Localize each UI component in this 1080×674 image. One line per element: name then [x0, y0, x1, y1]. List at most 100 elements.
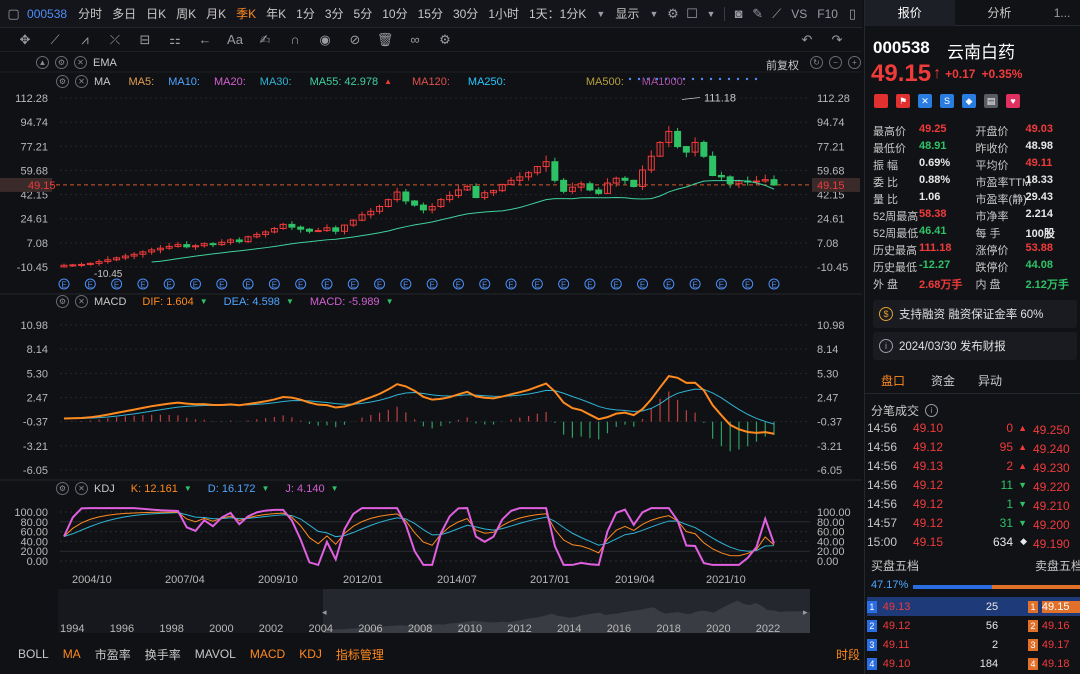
chevron-down-icon[interactable]: ▼ — [647, 5, 660, 23]
tab-funds[interactable]: 资金 — [921, 372, 965, 389]
line-tool-icon[interactable]: ⟋ — [44, 32, 66, 48]
display-select[interactable]: 显示 — [610, 5, 644, 22]
indicator-tab[interactable]: 换手率 — [145, 646, 181, 663]
orderbook-row[interactable]: 2 49.12 56 2 49.16 — [867, 616, 1080, 635]
timeframe-tab[interactable]: 10分 — [377, 5, 412, 22]
cross-icon[interactable]: ✕ — [918, 94, 932, 108]
redo-icon[interactable]: ↷ — [826, 32, 848, 48]
indicator-tab[interactable]: MA — [63, 647, 81, 661]
ruler-icon[interactable]: ⟋ — [770, 5, 783, 23]
close-icon[interactable]: ✕ — [75, 75, 88, 88]
close-icon[interactable]: ✕ — [74, 56, 87, 69]
stock-app: ▢ 000538 分时 多日 日K 周K 月K 季K 年K 1分 3分 5分 10分 15分 30分 1小… — [0, 0, 1080, 674]
refresh-icon[interactable]: ↻ — [810, 56, 823, 69]
timeframe-tab[interactable]: 30分 — [448, 5, 483, 22]
indicator-tab[interactable]: MACD — [250, 647, 285, 661]
settings-icon[interactable]: ⚙ — [434, 32, 456, 48]
period-select[interactable]: 1天：1分K — [524, 5, 591, 22]
tab-analysis[interactable]: 分析 — [955, 0, 1045, 26]
tag-icon[interactable]: ◆ — [962, 94, 976, 108]
orderbook-row[interactable]: 4 49.10 184 4 49.18 — [867, 654, 1080, 673]
timeframe-tab[interactable]: 日K — [141, 5, 171, 22]
ma-name[interactable]: MA — [94, 76, 111, 88]
timeframe-tab[interactable]: 年K — [261, 5, 291, 22]
timeframe-tab[interactable]: 1分 — [291, 5, 320, 22]
session-button[interactable]: 时段 — [836, 646, 860, 663]
panel-icon[interactable]: ▯ — [846, 5, 859, 23]
pen-icon[interactable]: ✎ — [751, 5, 764, 23]
vs-button[interactable]: VS — [786, 7, 812, 21]
timeframe-tab[interactable]: 月K — [201, 5, 231, 22]
magnet-icon[interactable]: ∩ — [284, 32, 306, 47]
gear-icon[interactable]: ⚙ — [666, 5, 679, 23]
timeframe-tab[interactable]: 15分 — [413, 5, 448, 22]
settings-icon[interactable]: ⚙ — [56, 295, 69, 308]
arrow-tool-icon[interactable]: ← — [194, 32, 216, 47]
fib-tool-icon[interactable]: ⚏ — [164, 32, 186, 48]
star-dot — [700, 77, 704, 81]
star-dot — [727, 77, 731, 81]
tick-time: 14:57 — [867, 515, 898, 530]
indicator-tab[interactable]: MAVOL — [195, 647, 236, 661]
kdj-name[interactable]: KDJ — [94, 483, 115, 495]
minus-icon[interactable]: − — [829, 56, 842, 69]
plus-icon[interactable]: + — [848, 56, 861, 69]
orderbook-row[interactable]: 1 49.13 25 1 49.15 — [867, 597, 1080, 616]
ema-label[interactable]: EMA — [93, 57, 117, 69]
margin-notice[interactable]: $ 支持融资 融资保证金率 60% — [873, 300, 1077, 328]
undo-icon[interactable]: ↶ — [796, 32, 818, 48]
macd-name[interactable]: MACD — [94, 296, 126, 308]
camera-icon[interactable]: ◙ — [732, 5, 745, 23]
report-notice[interactable]: i 2024/03/30 发布财报 — [873, 332, 1077, 360]
settings-icon[interactable]: ⚙ — [56, 482, 69, 495]
chart-canvas[interactable]: 111.18 -10.45 112.28 112.28 94.74 94.74 77.21 7… — [0, 52, 862, 643]
window-icon[interactable]: ▢ — [7, 5, 20, 23]
tab-anomaly[interactable]: 异动 — [965, 372, 1015, 389]
indicator-tab[interactable]: 市盈率 — [95, 646, 131, 663]
timeframe-tab[interactable]: 多日 — [107, 5, 141, 22]
close-icon[interactable]: ✕ — [75, 482, 88, 495]
indicator-tab[interactable]: KDJ — [299, 647, 322, 661]
settings-icon[interactable]: ⚙ — [55, 56, 68, 69]
eye-icon[interactable]: ◉ — [314, 32, 336, 48]
timeframe-tab[interactable]: 周K — [171, 5, 201, 22]
lock-icon[interactable]: ⊘ — [344, 32, 366, 48]
timeframe-tab[interactable]: 5分 — [349, 5, 378, 22]
price-row: 49.15 ↑ +0.17 +0.35% — [871, 60, 1022, 88]
stock-code[interactable]: 000538 — [27, 7, 67, 21]
trash-icon[interactable]: 🗑 — [374, 32, 396, 48]
event-marker-icon: E — [719, 281, 724, 290]
channel-tool-icon[interactable]: ⊟ — [134, 32, 156, 48]
tab-orderbook[interactable]: 盘口 — [865, 372, 921, 389]
f10-button[interactable]: F10 — [812, 7, 843, 21]
s-icon[interactable]: S — [940, 94, 954, 108]
tab-quote[interactable]: 报价 — [865, 0, 955, 26]
text-tool-icon[interactable]: Aa — [224, 32, 246, 47]
timeframe-tab[interactable]: 季K — [231, 5, 261, 22]
move-icon[interactable]: ✥ — [14, 32, 36, 48]
tab-more[interactable]: 1... — [1044, 0, 1080, 26]
collapse-icon[interactable]: ▲ — [36, 56, 49, 69]
doc-icon[interactable]: ▤ — [984, 94, 998, 108]
checkbox-icon[interactable]: ☐ — [685, 5, 698, 23]
indicator-tab[interactable]: BOLL — [18, 647, 49, 661]
timeframe-tab[interactable]: 1小时 — [483, 5, 524, 22]
run-icon[interactable]: ⚑ — [896, 94, 910, 108]
indicator-tab[interactable]: 指标管理 — [336, 646, 384, 663]
settings-icon[interactable]: ⚙ — [56, 75, 69, 88]
restore-button[interactable]: 前复权 — [766, 57, 799, 73]
heart-icon[interactable]: ♥ — [1006, 94, 1020, 108]
event-marker-icon: E — [771, 281, 776, 290]
brush-tool-icon[interactable]: ✍ — [254, 32, 276, 48]
chevron-down-icon[interactable]: ▼ — [594, 5, 607, 23]
timeframe-tab[interactable]: 3分 — [320, 5, 349, 22]
cross-tool-icon[interactable]: ⤫ — [104, 32, 126, 48]
timeframe-tab[interactable]: 分时 — [73, 5, 107, 22]
close-icon[interactable]: ✕ — [75, 295, 88, 308]
polyline-tool-icon[interactable]: ⩘ — [74, 32, 96, 48]
chevron-down-icon[interactable]: ▼ — [704, 5, 717, 23]
flag-icon[interactable] — [874, 94, 888, 108]
link-icon[interactable]: ∞ — [404, 32, 426, 47]
orderbook-row[interactable]: 3 49.11 2 3 49.17 — [867, 635, 1080, 654]
info-icon[interactable]: i — [925, 404, 939, 417]
